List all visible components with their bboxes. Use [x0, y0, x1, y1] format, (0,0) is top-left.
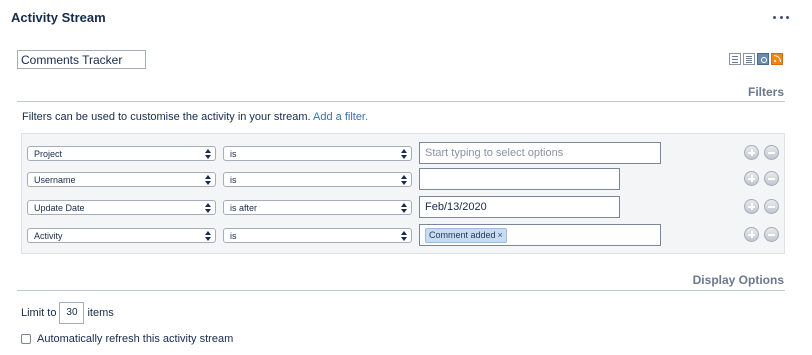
filter-value-text: Feb/13/2020 [425, 201, 487, 213]
add-row-icon[interactable] [744, 199, 759, 214]
auto-refresh-row: Automatically refresh this activity stre… [21, 333, 233, 345]
filters-description-text: Filters can be used to customise the act… [22, 111, 311, 123]
full-view-icon[interactable] [729, 53, 741, 65]
filter-panel: Project is Start typing to select option… [21, 133, 785, 254]
select-arrows-icon [401, 148, 407, 160]
select-arrows-icon [205, 174, 211, 186]
add-row-icon[interactable] [744, 145, 759, 160]
remove-row-icon[interactable] [764, 199, 779, 214]
filter-field-label: Activity [34, 231, 63, 241]
filter-operator-label: is [230, 231, 237, 241]
select-arrows-icon [401, 202, 407, 214]
view-switcher [729, 53, 783, 65]
filter-field-label: Username [34, 175, 76, 185]
limit-suffix-label: items [87, 307, 114, 319]
limit-items-input[interactable]: 30 [59, 302, 85, 324]
select-arrows-icon [205, 202, 211, 214]
remove-row-icon[interactable] [764, 171, 779, 186]
select-arrows-icon [401, 230, 407, 242]
filters-heading: Filters [747, 85, 784, 99]
add-filter-link[interactable]: Add a filter. [313, 111, 368, 123]
auto-refresh-checkbox[interactable] [21, 334, 31, 344]
select-arrows-icon [205, 230, 211, 242]
remove-row-icon[interactable] [764, 227, 779, 242]
gadget-title: Activity Stream [11, 10, 106, 25]
filter-field-select[interactable]: Project [27, 146, 216, 161]
filter-value-input[interactable]: Start typing to select options [419, 142, 661, 164]
filter-operator-select[interactable]: is [223, 146, 412, 161]
add-row-icon[interactable] [744, 227, 759, 242]
list-view-icon[interactable] [743, 53, 755, 65]
filter-operator-select[interactable]: is [223, 228, 412, 243]
chip-label: Comment added [429, 230, 496, 240]
select-arrows-icon [401, 174, 407, 186]
filter-value-placeholder: Start typing to select options [425, 147, 564, 159]
limit-prefix-label: Limit to [21, 307, 57, 319]
filters-divider [17, 101, 785, 102]
filter-operator-select[interactable]: is after [223, 200, 412, 215]
more-options-icon[interactable] [773, 9, 789, 25]
filter-operator-label: is [230, 175, 237, 185]
settings-icon[interactable] [757, 53, 769, 65]
limit-row: Limit to 30 items [21, 302, 114, 324]
filter-operator-label: is after [230, 203, 258, 213]
filter-field-select[interactable]: Update Date [27, 200, 216, 215]
filter-field-label: Project [34, 149, 63, 159]
filter-multiselect-input[interactable]: Comment added × [419, 224, 661, 246]
auto-refresh-label: Automatically refresh this activity stre… [37, 333, 234, 345]
selected-option-chip: Comment added × [425, 228, 507, 243]
filters-description: Filters can be used to customise the act… [22, 111, 368, 123]
stream-title-input[interactable] [17, 50, 146, 69]
chip-remove-icon[interactable]: × [498, 230, 503, 240]
rss-feed-icon[interactable] [771, 53, 783, 65]
filter-operator-select[interactable]: is [223, 172, 412, 187]
remove-row-icon[interactable] [764, 145, 779, 160]
add-row-icon[interactable] [744, 171, 759, 186]
filter-value-input[interactable] [419, 168, 620, 190]
filter-field-select[interactable]: Username [27, 172, 216, 187]
filter-field-label: Update Date [34, 203, 85, 213]
display-options-heading: Display Options [692, 273, 784, 287]
filter-operator-label: is [230, 149, 237, 159]
filter-date-input[interactable]: Feb/13/2020 [419, 196, 620, 218]
filter-field-select[interactable]: Activity [27, 228, 216, 243]
select-arrows-icon [205, 148, 211, 160]
display-options-divider [17, 290, 785, 291]
